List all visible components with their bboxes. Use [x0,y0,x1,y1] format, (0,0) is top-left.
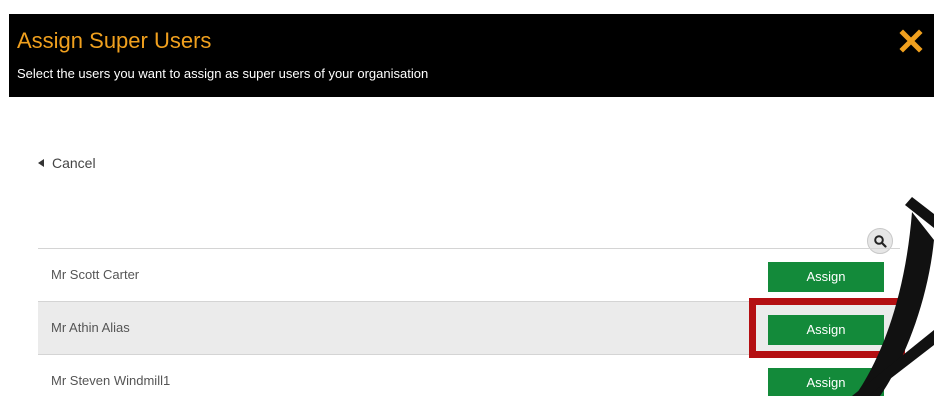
cancel-label: Cancel [52,155,96,171]
user-row: Mr Scott Carter Assign [38,249,900,302]
cancel-link[interactable]: Cancel [38,154,96,172]
assign-button[interactable]: Assign [768,368,884,396]
user-row: Mr Athin Alias Assign [38,302,900,355]
close-icon[interactable] [898,28,924,54]
dialog-title: Assign Super Users [17,28,212,53]
search-icon [874,235,887,248]
user-name: Mr Athin Alias [51,320,130,335]
user-name: Mr Scott Carter [51,267,140,282]
assign-button[interactable]: Assign [768,315,884,345]
user-row: Mr Steven Windmill1 Assign [38,355,900,396]
dialog-header: Assign Super Users Select the users you … [9,14,934,97]
user-list: Mr Scott Carter Assign Mr Athin Alias As… [38,248,900,396]
caret-left-icon [38,159,44,167]
user-name: Mr Steven Windmill1 [51,373,171,388]
dialog-subtitle: Select the users you want to assign as s… [17,66,429,81]
assign-button[interactable]: Assign [768,262,884,292]
